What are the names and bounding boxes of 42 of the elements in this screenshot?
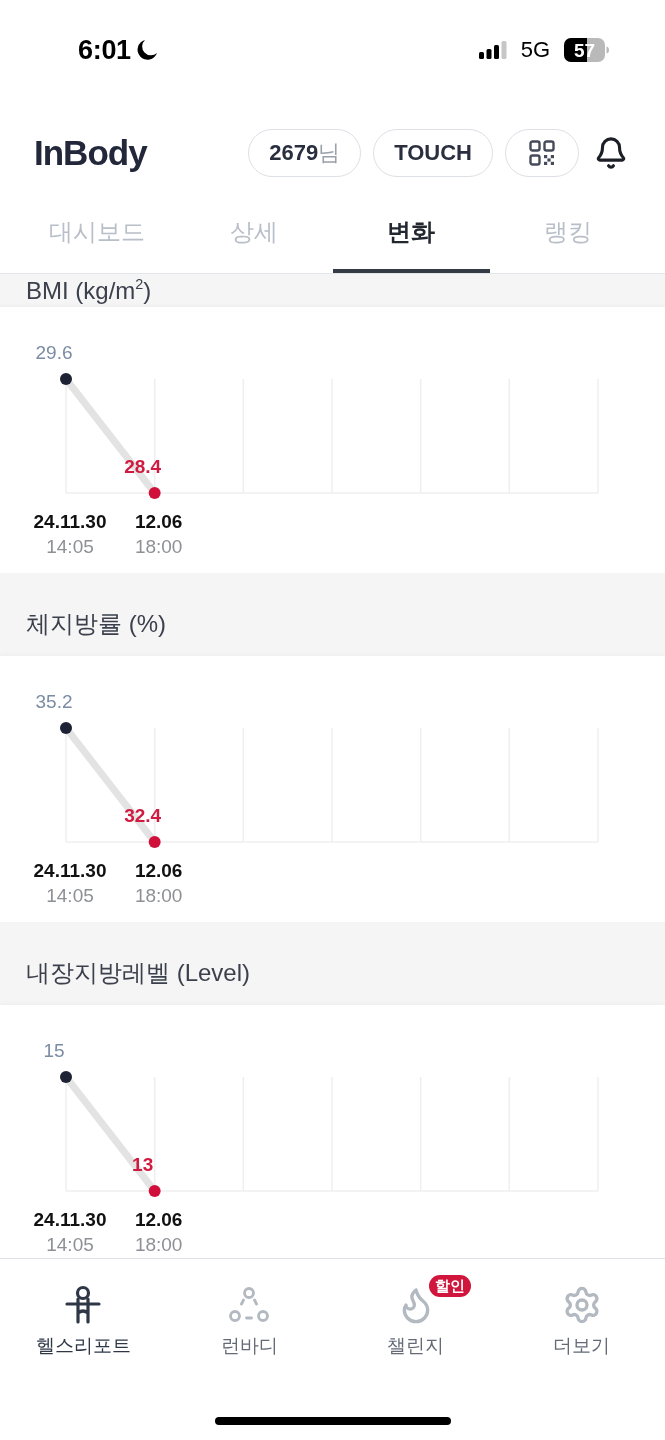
network-label: 5G <box>520 37 550 63</box>
nav-item[interactable]: 더보기 <box>547 1259 617 1369</box>
qr-button[interactable] <box>505 129 579 177</box>
bell-icon <box>594 136 628 170</box>
qr-code-icon <box>529 140 555 166</box>
data-label: 15 <box>43 1040 65 1061</box>
data-label: 13 <box>132 1154 154 1175</box>
data-point <box>60 1071 72 1083</box>
date-label: 24.11.30 <box>33 511 107 532</box>
time-label: 14:05 <box>46 536 94 557</box>
data-label: 35.2 <box>35 691 73 712</box>
time-label: 14:05 <box>46 885 94 906</box>
section-title: 체지방률 (%) <box>26 610 166 638</box>
section-title: BMI (kg/m$^{2}$) <box>26 276 152 305</box>
signal-icon <box>478 41 507 59</box>
time-label: 18:00 <box>134 536 183 557</box>
status-time: 6:01 <box>78 34 131 66</box>
data-label: 28.4 <box>124 456 162 477</box>
data-point <box>148 487 161 499</box>
notification-button[interactable] <box>594 136 628 170</box>
data-point <box>60 722 72 734</box>
touch-button[interactable]: TOUCH <box>373 129 493 177</box>
time-label: 18:00 <box>134 1234 183 1255</box>
section-title: 내장지방레벨 (Level) <box>26 959 251 987</box>
date-label: 12.06 <box>134 1209 183 1230</box>
time-label: 18:00 <box>134 885 183 906</box>
data-point <box>60 373 72 385</box>
date-label: 24.11.30 <box>33 1209 107 1230</box>
connected-nodes-icon <box>229 1285 270 1325</box>
data-label: 29.6 <box>35 342 73 363</box>
data-point <box>148 1185 161 1197</box>
sale-badge: 할인 <box>428 1275 471 1297</box>
date-label: 12.06 <box>134 511 183 532</box>
data-label: 32.4 <box>124 805 162 826</box>
data-point <box>148 836 161 848</box>
date-label: 24.11.30 <box>33 860 107 881</box>
nav-item[interactable]: 런바디 <box>214 1259 284 1369</box>
app-logo: InBody <box>34 133 147 173</box>
nav-item[interactable]: 헬스리포트 <box>29 1259 137 1369</box>
date-label: 12.06 <box>134 860 183 881</box>
user-button[interactable]: 2679님 <box>248 129 362 177</box>
time-label: 14:05 <box>46 1234 94 1255</box>
